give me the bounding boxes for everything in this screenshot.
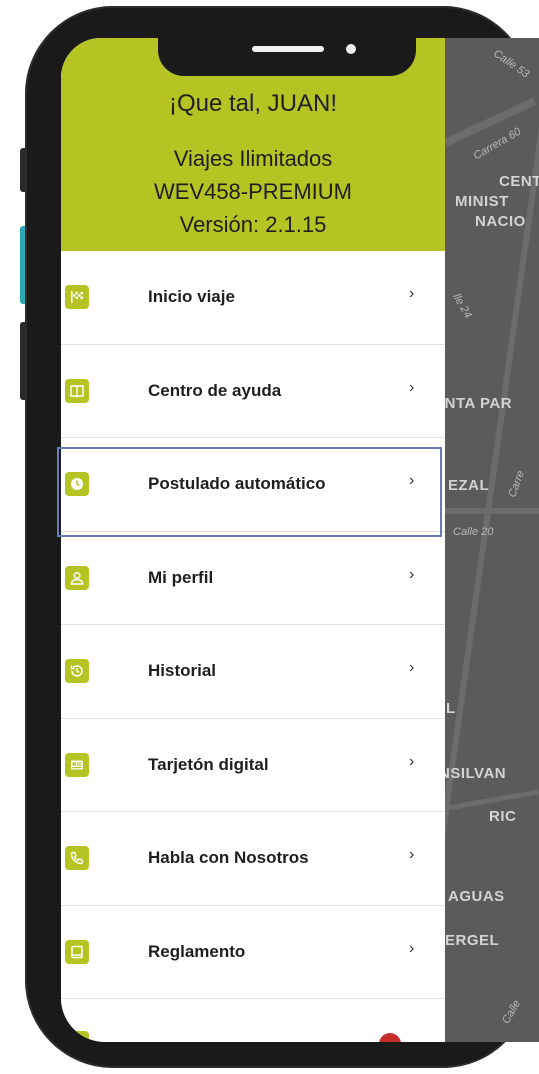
menu-item-habla-con-nosotros[interactable]: Habla con Nosotros › <box>61 812 445 906</box>
map-place-label: AGUAS <box>448 888 505 905</box>
map-place-label: EZAL <box>448 477 490 494</box>
map-place-label: RIC <box>489 808 517 825</box>
chevron-right-icon: › <box>409 752 415 770</box>
chevron-right-icon: › <box>409 378 415 396</box>
menu-item-inicio-viaje[interactable]: Inicio viaje › <box>61 251 445 345</box>
plan-code: WEV458-PREMIUM <box>153 179 353 204</box>
map-place-label: INTA PAR <box>441 395 513 412</box>
menu-item-label: Habla con Nosotros <box>148 848 309 867</box>
map-place-label: NSILVAN <box>441 765 507 782</box>
map-background: Calle 53 Carrera 60 CENT MINIST NACIO ll… <box>441 38 539 1042</box>
checkered-flag-icon <box>65 285 89 309</box>
id-card-icon <box>65 752 89 777</box>
menu-item-label: Reglamento <box>148 941 246 961</box>
chevron-right-icon: › <box>409 939 415 957</box>
front-camera <box>346 44 356 54</box>
map-street-label: Carre <box>506 469 528 499</box>
menu-item-historial[interactable]: Historial › <box>61 625 445 719</box>
speaker-grille <box>252 46 324 52</box>
chevron-right-icon: › <box>409 846 415 863</box>
map-place-label: NACIO <box>475 213 526 230</box>
map-street-label: Calle 20 <box>453 526 494 538</box>
menu-item-centro-de-ayuda[interactable]: Centro de ayuda › <box>61 345 445 438</box>
menu-item-label: Inicio viaje <box>148 287 235 306</box>
highlight-frame <box>57 447 442 537</box>
map-place-label: CENT <box>499 173 539 190</box>
menu-item-label: Historial <box>148 661 217 680</box>
drawer-menu: Inicio viaje › Centro de ayuda › Postula… <box>61 251 445 1042</box>
app-version: Versión: 2.1.15 <box>179 212 327 237</box>
map-place-label: L <box>446 700 456 717</box>
menu-item-label: Tarjetón digital <box>148 754 269 774</box>
phone-icon <box>65 846 89 870</box>
plan-info: Viajes Ilimitados WEV458-PREMIUM Versión… <box>61 142 445 241</box>
history-icon <box>65 659 89 683</box>
menu-icon-partial <box>65 1031 89 1042</box>
chevron-right-icon: › <box>409 565 415 583</box>
greeting: ¡Que tal, JUAN! <box>168 90 338 117</box>
map-street-label: lle 24 <box>450 291 474 321</box>
menu-item-mi-perfil[interactable]: Mi perfil › <box>61 532 445 625</box>
menu-item-tarjeton-digital[interactable]: Tarjetón digital › <box>61 719 445 812</box>
map-street-label: Calle 53 <box>491 47 532 81</box>
phone-notch <box>158 30 416 76</box>
user-icon <box>65 565 89 590</box>
map-place-label: MINIST <box>455 193 509 210</box>
book-icon <box>65 378 89 403</box>
menu-item-label: Centro de ayuda <box>148 380 282 400</box>
chevron-right-icon: › <box>409 285 415 302</box>
map-place-label: ERGEL <box>445 932 500 949</box>
screen: Calle 53 Carrera 60 CENT MINIST NACIO ll… <box>61 38 539 1042</box>
navigation-drawer: ¡Que tal, JUAN! Viajes Ilimitados WEV458… <box>61 38 445 1042</box>
menu-item-reglamento[interactable]: Reglamento › <box>61 906 445 999</box>
menu-item-label: Mi perfil <box>148 567 214 587</box>
book-closed-icon <box>65 939 89 964</box>
plan-name: Viajes Ilimitados <box>173 146 333 171</box>
map-street-label: Calle <box>500 998 524 1026</box>
chevron-right-icon: › <box>409 659 415 676</box>
